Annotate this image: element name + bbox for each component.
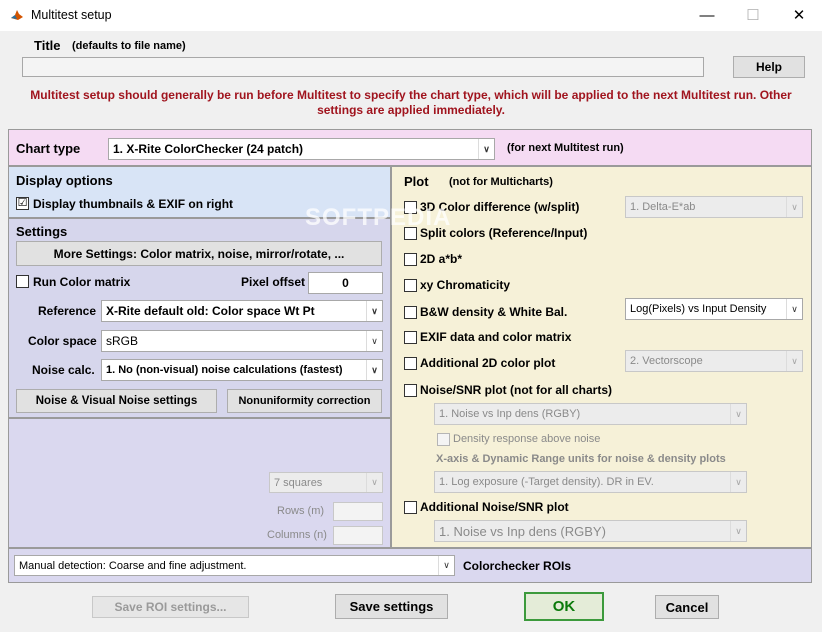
chart-type-value: 1. X-Rite ColorChecker (24 patch) <box>113 142 304 156</box>
noise-visual-settings-button[interactable]: Noise & Visual Noise settings <box>16 389 217 413</box>
window-title: Multitest setup <box>31 8 112 22</box>
cancel-button[interactable]: Cancel <box>655 595 719 619</box>
more-settings-button[interactable]: More Settings: Color matrix, noise, mirr… <box>16 241 382 266</box>
chevron-down-icon: ∨ <box>366 301 382 321</box>
nonuniformity-correction-button[interactable]: Nonuniformity correction <box>227 389 382 413</box>
chevron-down-icon: ∨ <box>730 472 746 492</box>
plot-xy-chromaticity-label: xy Chromaticity <box>420 278 511 292</box>
plot-exif-checkbox[interactable] <box>404 331 417 344</box>
additional-noise-value: 1. Noise vs Inp dens (RGBY) <box>439 523 606 539</box>
noise-snr-select[interactable]: 1. Noise vs Inp dens (RGBY) ∨ <box>434 403 747 425</box>
display-thumbnails-checkbox[interactable]: ☑ <box>16 197 29 210</box>
xaxis-units-value: 1. Log exposure (-Target density). DR in… <box>439 476 654 488</box>
plot-noise-snr-label: Noise/SNR plot (not for all charts) <box>420 383 613 397</box>
settings-heading: Settings <box>16 224 68 239</box>
chevron-down-icon: ∨ <box>730 404 746 424</box>
columns-label: Columns (n) <box>267 529 327 541</box>
additional-2d-select[interactable]: 2. Vectorscope ∨ <box>625 350 803 372</box>
noise-calc-label: Noise calc. <box>32 363 95 377</box>
close-button[interactable]: ✕ <box>776 0 822 31</box>
chevron-down-icon: ∨ <box>478 139 494 159</box>
save-roi-settings-button[interactable]: Save ROI settings... <box>92 596 249 618</box>
run-color-matrix-checkbox[interactable] <box>16 275 29 288</box>
pixel-offset-input[interactable]: 0 <box>308 272 383 294</box>
columns-input[interactable] <box>333 526 383 545</box>
plot-additional-2d-checkbox[interactable] <box>404 357 417 370</box>
colorchecker-rois-label: Colorchecker ROIs <box>463 559 572 573</box>
additional-noise-select[interactable]: 1. Noise vs Inp dens (RGBY) ∨ <box>434 520 747 542</box>
plot-heading-note: (not for Multicharts) <box>449 176 553 188</box>
plot-bw-density-checkbox[interactable] <box>404 306 417 319</box>
bw-density-select[interactable]: Log(Pixels) vs Input Density ∨ <box>625 298 803 320</box>
plot-additional-noise-checkbox[interactable] <box>404 501 417 514</box>
plot-additional-noise-label: Additional Noise/SNR plot <box>420 500 569 514</box>
softpedia-watermark: SOFTPEDIA <box>305 204 452 231</box>
chevron-down-icon: ∨ <box>786 351 802 371</box>
title-label: Title <box>34 38 61 53</box>
color-space-select[interactable]: sRGB ∨ <box>101 330 383 352</box>
plot-2d-ab-checkbox[interactable] <box>404 253 417 266</box>
additional-2d-value: 2. Vectorscope <box>630 355 703 367</box>
detection-mode-value: Manual detection: Coarse and fine adjust… <box>19 559 247 572</box>
rows-label: Rows (m) <box>277 505 325 517</box>
chart-type-label: Chart type <box>16 141 81 156</box>
plot-2d-ab-label: 2D a*b* <box>420 252 463 266</box>
xaxis-units-label: X-axis & Dynamic Range units for noise &… <box>436 453 726 465</box>
plot-xy-chromaticity-checkbox[interactable] <box>404 279 417 292</box>
noise-snr-value: 1. Noise vs Inp dens (RGBY) <box>439 408 581 420</box>
chevron-down-icon: ∨ <box>438 556 454 575</box>
display-thumbnails-label: Display thumbnails & EXIF on right <box>33 197 234 211</box>
save-settings-button[interactable]: Save settings <box>335 594 448 619</box>
setup-notice: Multitest setup should generally be run … <box>30 88 792 117</box>
chevron-down-icon: ∨ <box>366 331 382 351</box>
chevron-down-icon: ∨ <box>786 299 802 319</box>
chart-type-select[interactable]: 1. X-Rite ColorChecker (24 patch) ∨ <box>108 138 495 160</box>
minimize-button[interactable]: — <box>684 0 730 31</box>
detection-mode-select[interactable]: Manual detection: Coarse and fine adjust… <box>14 555 455 576</box>
chevron-down-icon: ∨ <box>366 473 382 492</box>
run-color-matrix-label: Run Color matrix <box>33 275 131 289</box>
chevron-down-icon: ∨ <box>786 197 802 217</box>
help-button[interactable]: Help <box>733 56 805 78</box>
density-response-checkbox[interactable] <box>437 433 450 446</box>
chart-type-note: (for next Multitest run) <box>507 142 624 154</box>
matlab-logo-icon <box>10 8 24 22</box>
maximize-button[interactable]: ☐ <box>730 0 776 31</box>
squares-value: 7 squares <box>274 476 323 489</box>
display-options-heading: Display options <box>16 173 113 188</box>
ok-button[interactable]: OK <box>524 592 604 621</box>
reference-select[interactable]: X-Rite default old: Color space Wt Pt ∨ <box>101 300 383 322</box>
pixel-offset-label: Pixel offset <box>241 275 306 289</box>
noise-calc-select[interactable]: 1. No (non-visual) noise calculations (f… <box>101 359 383 381</box>
chevron-down-icon: ∨ <box>730 521 746 541</box>
reference-label: Reference <box>38 304 97 318</box>
bw-density-value: Log(Pixels) vs Input Density <box>630 303 767 315</box>
color-space-value: sRGB <box>106 334 139 348</box>
rows-input[interactable] <box>333 502 383 521</box>
reference-value: X-Rite default old: Color space Wt Pt <box>106 304 315 318</box>
plot-additional-2d-label: Additional 2D color plot <box>420 356 556 370</box>
chevron-down-icon: ∨ <box>366 360 382 380</box>
title-hint: (defaults to file name) <box>72 40 186 52</box>
plot-heading: Plot <box>404 174 429 189</box>
color-space-label: Color space <box>28 334 97 348</box>
delta-e-select[interactable]: 1. Delta-E*ab ∨ <box>625 196 803 218</box>
plot-bw-density-label: B&W density & White Bal. <box>420 305 568 319</box>
density-response-label: Density response above noise <box>453 433 601 445</box>
title-input[interactable] <box>22 57 704 77</box>
noise-calc-value: 1. No (non-visual) noise calculations (f… <box>106 364 343 376</box>
xaxis-units-select[interactable]: 1. Log exposure (-Target density). DR in… <box>434 471 747 493</box>
delta-e-value: 1. Delta-E*ab <box>630 201 696 213</box>
plot-exif-label: EXIF data and color matrix <box>420 330 572 344</box>
squares-select[interactable]: 7 squares ∨ <box>269 472 383 493</box>
plot-noise-snr-checkbox[interactable] <box>404 384 417 397</box>
